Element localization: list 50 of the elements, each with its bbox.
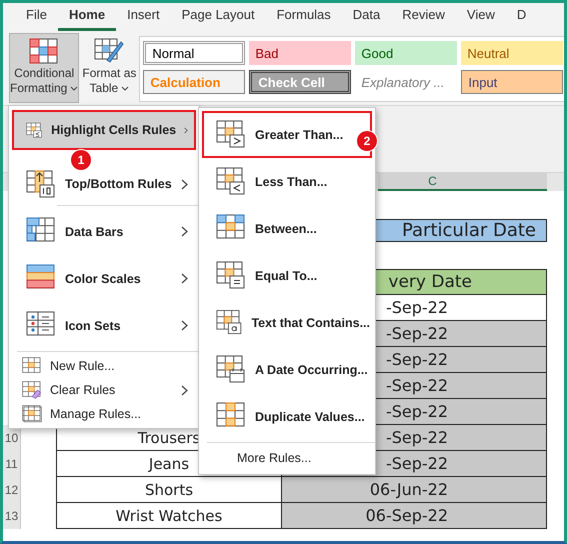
chevron-right-icon: [181, 226, 188, 237]
ribbon-tab[interactable]: Data: [342, 3, 392, 31]
conditional-formatting-button[interactable]: Conditional Formatting: [9, 33, 80, 103]
chevron-right-icon: [181, 320, 188, 331]
ribbon-tab[interactable]: Formulas: [266, 3, 342, 31]
grid-calendar-icon: [216, 355, 247, 384]
grid-equals-icon: [216, 261, 247, 290]
format-as-table-button[interactable]: Format as Table: [81, 33, 138, 103]
row-number[interactable]: 13: [3, 503, 21, 529]
row-number[interactable]: 11: [3, 451, 21, 477]
grid-eraser-icon: [22, 380, 42, 400]
ribbon-tab[interactable]: D: [506, 3, 538, 31]
row-number[interactable]: 12: [3, 477, 21, 503]
table-cell: Wrist Watches: [56, 503, 281, 529]
menu-item[interactable]: New Rule...: [12, 354, 196, 378]
ribbon-tab[interactable]: View: [456, 3, 506, 31]
ribbon-tab[interactable]: Page Layout: [170, 3, 266, 31]
cell-style-option[interactable]: Good: [355, 41, 458, 65]
grid-less-than-icon: [216, 167, 247, 196]
cell-style-option[interactable]: Normal: [143, 41, 246, 65]
cell-style-option[interactable]: Explanatory ...: [355, 70, 458, 94]
cell-style-option[interactable]: Bad: [249, 41, 352, 65]
step-badge: 1: [71, 150, 91, 170]
table-cell: Shorts: [56, 477, 281, 503]
cell-style-option[interactable]: Neutral: [461, 41, 564, 65]
grid-letter-icon: [216, 308, 244, 337]
step-badge: 2: [357, 131, 377, 151]
conditional-format-grid-icon: [29, 38, 60, 66]
column-header[interactable]: C: [378, 173, 547, 191]
grid-greater-than-icon: [216, 120, 247, 149]
menu-item[interactable]: Color Scales: [12, 255, 196, 302]
caret-icon: [70, 86, 78, 91]
cell-style-option[interactable]: Input: [461, 70, 564, 94]
menu-item[interactable]: Less Than...: [202, 158, 372, 205]
chevron-right-icon: [181, 273, 188, 284]
grid-up-arrow-icon: [26, 170, 57, 198]
grid-manage-rules-icon: [22, 404, 42, 424]
chevron-right-icon: [181, 384, 188, 396]
menu-item[interactable]: Manage Rules...: [12, 402, 196, 426]
table-cell: 06-Sep-22: [281, 503, 547, 529]
menu-item[interactable]: Icon Sets: [12, 302, 196, 349]
menu-item[interactable]: Top/Bottom Rules: [12, 171, 196, 197]
ribbon-tab[interactable]: Insert: [116, 3, 171, 31]
chevron-right-icon: [181, 178, 188, 190]
ribbon-tab[interactable]: Review: [391, 3, 456, 31]
ribbon-tab[interactable]: File: [15, 3, 58, 31]
table-cell: 06-Jun-22: [281, 477, 547, 503]
menu-item[interactable]: Clear Rules: [12, 378, 196, 402]
menu-item[interactable]: Highlight Cells Rules: [12, 110, 196, 150]
caret-icon: [121, 86, 130, 91]
